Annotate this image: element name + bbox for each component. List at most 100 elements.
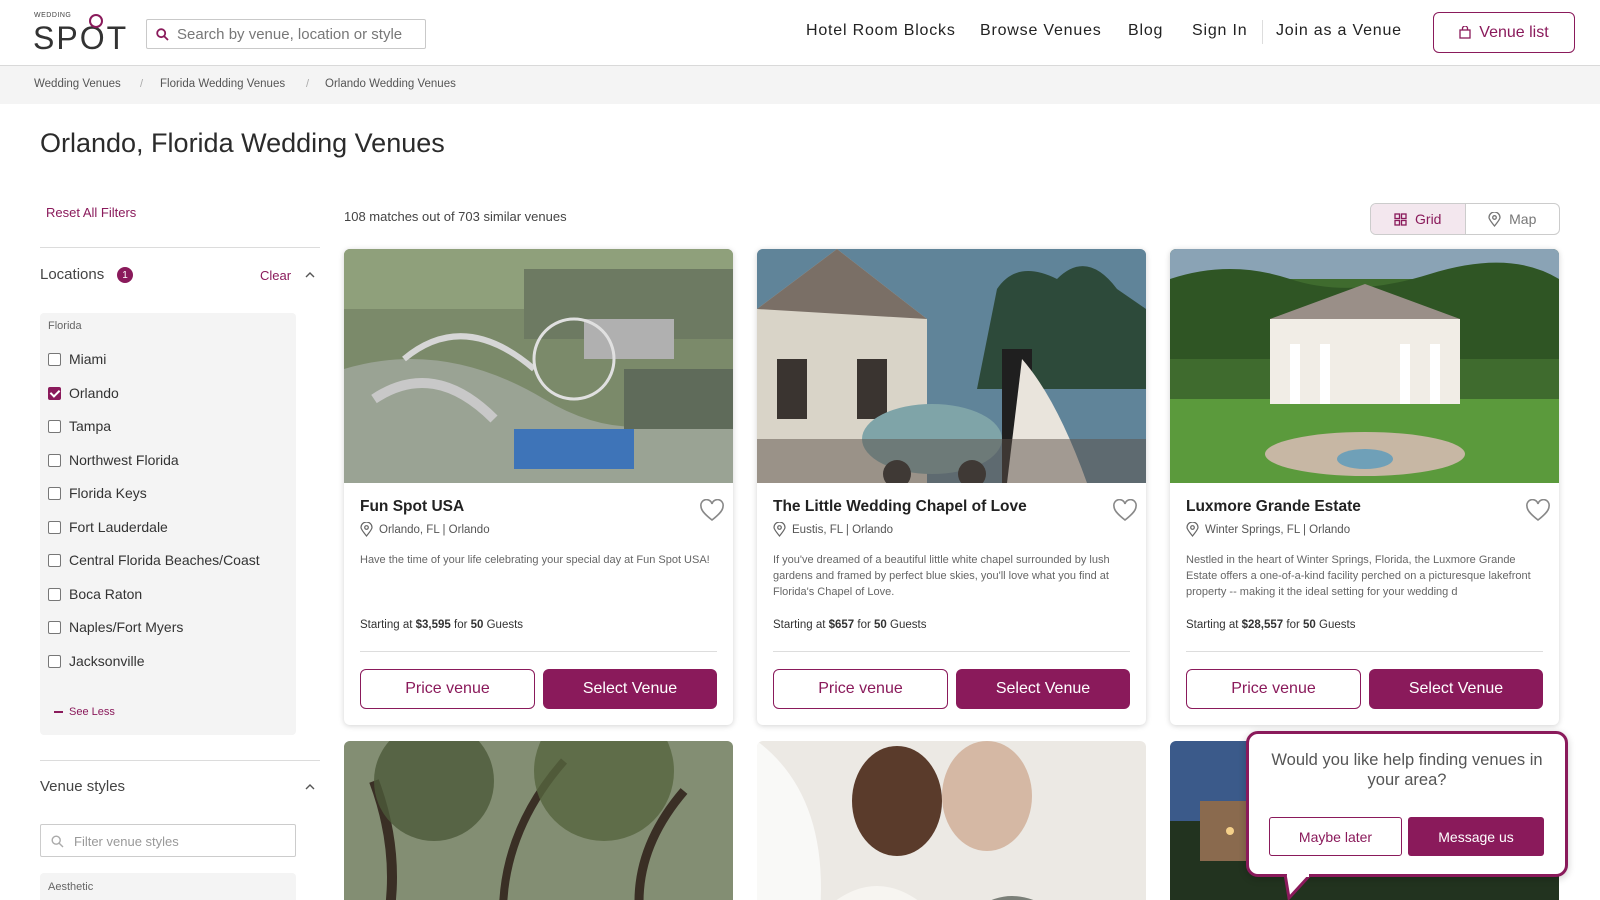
page-title: Orlando, Florida Wedding Venues	[40, 128, 445, 158]
search-icon	[51, 835, 64, 848]
card-divider	[1186, 651, 1543, 652]
select-venue-button[interactable]: Select Venue	[1369, 669, 1543, 709]
location-option[interactable]: Fort Lauderdale	[48, 518, 168, 536]
locations-heading[interactable]: Locations	[40, 266, 104, 283]
venue-card[interactable]: Luxmore Grande Estate Winter Springs, FL…	[1170, 249, 1559, 725]
grid-view-button[interactable]: Grid	[1371, 204, 1466, 234]
select-venue-button[interactable]: Select Venue	[956, 669, 1130, 709]
location-option[interactable]: Northwest Florida	[48, 451, 179, 469]
price-venue-button[interactable]: Price venue	[360, 669, 535, 709]
venue-location: Winter Springs, FL | Orlando	[1186, 522, 1350, 537]
location-option[interactable]: Central Florida Beaches/Coast	[48, 551, 260, 569]
price-venue-button[interactable]: Price venue	[1186, 669, 1361, 709]
heart-icon[interactable]	[1112, 499, 1138, 523]
site-header: WEDDING SPOT Hotel Room Blocks Browse Ve…	[0, 0, 1600, 66]
guest-count: 50	[874, 619, 887, 631]
venue-name[interactable]: The Little Wedding Chapel of Love	[773, 498, 1027, 516]
location-option-label: Orlando	[69, 385, 119, 401]
aesthetic-label: Aesthetic	[48, 881, 94, 893]
location-option[interactable]: Orlando	[48, 384, 119, 402]
ring-icon	[89, 14, 103, 28]
location-checkbox[interactable]	[48, 453, 61, 467]
location-checkbox[interactable]	[48, 553, 61, 567]
location-option[interactable]: Boca Raton	[48, 585, 142, 603]
venue-list-button[interactable]: Venue list	[1433, 12, 1575, 53]
price-venue-button[interactable]: Price venue	[773, 669, 948, 709]
map-pin-icon	[1488, 211, 1501, 227]
price-suffix: Guests	[1315, 619, 1356, 631]
card-divider	[360, 651, 717, 652]
nav-hotel-room-blocks[interactable]: Hotel Room Blocks	[806, 22, 956, 40]
location-option[interactable]: Jacksonville	[48, 652, 144, 670]
see-less-link[interactable]: See Less	[54, 706, 115, 718]
breadcrumb-wedding-venues[interactable]: Wedding Venues	[34, 78, 121, 90]
breadcrumb: Wedding Venues / Florida Wedding Venues …	[0, 66, 1600, 104]
location-checkbox[interactable]	[48, 654, 61, 668]
heart-icon[interactable]	[699, 499, 725, 523]
venue-card[interactable]	[344, 741, 733, 900]
venue-photo-chapel[interactable]	[757, 249, 1146, 483]
bag-icon	[1459, 26, 1471, 39]
logo-wordmark: SPOT	[33, 20, 129, 56]
filter-divider	[40, 760, 320, 761]
search-input[interactable]	[177, 24, 417, 44]
venue-location-text: Winter Springs, FL | Orlando	[1205, 523, 1351, 536]
venue-photo-couple[interactable]	[757, 741, 1146, 900]
location-checkbox[interactable]	[48, 587, 61, 601]
venue-card[interactable]	[757, 741, 1146, 900]
venue-photo-fun-spot[interactable]	[344, 249, 733, 483]
map-pin-icon	[1186, 522, 1199, 537]
venue-styles-heading[interactable]: Venue styles	[40, 778, 125, 795]
message-us-button[interactable]: Message us	[1408, 817, 1544, 856]
grid-icon	[1394, 212, 1407, 226]
breadcrumb-florida[interactable]: Florida Wedding Venues	[160, 78, 285, 90]
location-option[interactable]: Tampa	[48, 417, 111, 435]
reset-filters-link[interactable]: Reset All Filters	[46, 205, 136, 220]
location-option[interactable]: Miami	[48, 350, 106, 368]
chevron-up-icon[interactable]	[305, 783, 315, 790]
venue-card[interactable]: Fun Spot USA Orlando, FL | Orlando Have …	[344, 249, 733, 725]
venue-name[interactable]: Fun Spot USA	[360, 498, 464, 516]
nav-sign-in[interactable]: Sign In	[1192, 22, 1247, 40]
location-checkbox[interactable]	[48, 620, 61, 634]
location-checkbox[interactable]	[48, 520, 61, 534]
heart-icon[interactable]	[1525, 499, 1551, 523]
wedding-spot-logo[interactable]: WEDDING SPOT	[33, 12, 129, 56]
venue-name[interactable]: Luxmore Grande Estate	[1186, 498, 1361, 516]
search-box[interactable]	[146, 19, 426, 49]
logo-wordmark-small: WEDDING	[34, 12, 72, 19]
nav-join-as-venue[interactable]: Join as a Venue	[1276, 22, 1402, 40]
chevron-up-icon[interactable]	[305, 271, 315, 278]
venue-photo-oak-trees[interactable]	[344, 741, 733, 900]
venue-card[interactable]: The Little Wedding Chapel of Love Eustis…	[757, 249, 1146, 725]
breadcrumb-orlando[interactable]: Orlando Wedding Venues	[325, 78, 456, 90]
location-checkbox[interactable]	[48, 486, 61, 500]
price-amount: $28,557	[1241, 619, 1284, 631]
card-divider	[773, 651, 1130, 652]
price-suffix: Guests	[886, 619, 927, 631]
venue-styles-input[interactable]	[74, 832, 284, 850]
map-pin-icon	[360, 522, 373, 537]
map-view-button[interactable]: Map	[1466, 204, 1560, 234]
nav-browse-venues[interactable]: Browse Venues	[980, 22, 1102, 40]
locations-count-badge: 1	[117, 267, 133, 283]
venue-styles-filter[interactable]	[40, 824, 296, 857]
match-count: 108 matches out of 703 similar venues	[344, 209, 567, 224]
locations-clear-link[interactable]: Clear	[260, 268, 291, 283]
location-option[interactable]: Naples/Fort Myers	[48, 618, 183, 636]
location-option-label: Northwest Florida	[69, 452, 179, 468]
location-option[interactable]: Florida Keys	[48, 484, 147, 502]
price-mid: for	[450, 619, 471, 631]
location-checkbox[interactable]	[48, 386, 61, 400]
maybe-later-button[interactable]: Maybe later	[1269, 817, 1402, 856]
price-amount: $3,595	[415, 619, 451, 631]
venue-description: Nestled in the heart of Winter Springs, …	[1186, 554, 1531, 598]
nav-blog[interactable]: Blog	[1128, 22, 1163, 40]
select-venue-button[interactable]: Select Venue	[543, 669, 717, 709]
venue-photo-luxmore[interactable]	[1170, 249, 1559, 483]
location-checkbox[interactable]	[48, 352, 61, 366]
location-checkbox[interactable]	[48, 419, 61, 433]
help-popup: Would you like help finding venues in yo…	[1246, 731, 1568, 877]
guest-count: 50	[1303, 619, 1316, 631]
guest-count: 50	[470, 619, 484, 631]
